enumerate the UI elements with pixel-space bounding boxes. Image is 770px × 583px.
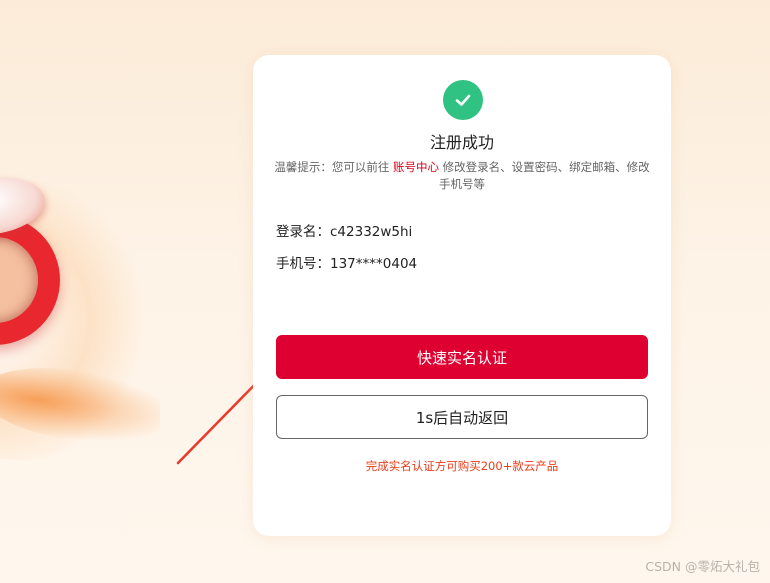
phone-label: 手机号：: [276, 256, 330, 272]
tip-suffix: 修改登录名、设置密码、绑定邮箱、修改手机号等: [439, 160, 650, 191]
tip-text: 温馨提示：您可以前往 账号中心 修改登录名、设置密码、绑定邮箱、修改手机号等: [273, 159, 651, 193]
account-center-link[interactable]: 账号中心: [393, 160, 439, 174]
phone-row: 手机号：137****0404: [276, 252, 417, 272]
login-name-label: 登录名：: [276, 224, 330, 240]
background-illustration: [0, 120, 160, 480]
registration-success-card: 注册成功 温馨提示：您可以前往 账号中心 修改登录名、设置密码、绑定邮箱、修改手…: [253, 55, 671, 536]
verification-note: 完成实名认证方可购买200+款云产品: [365, 459, 559, 473]
check-circle-icon: [443, 80, 483, 120]
login-name-row: 登录名：c42332w5hi: [276, 220, 412, 240]
page-title: 注册成功: [429, 133, 494, 152]
quick-verification-button[interactable]: 快速实名认证: [276, 335, 648, 379]
phone-value: 137****0404: [330, 256, 418, 272]
login-name-value: c42332w5hi: [330, 224, 413, 240]
watermark-text: CSDN @零炻大礼包: [645, 559, 760, 574]
tip-prefix: 温馨提示：您可以前往: [274, 160, 393, 174]
auto-return-button[interactable]: 1s后自动返回: [276, 395, 648, 439]
